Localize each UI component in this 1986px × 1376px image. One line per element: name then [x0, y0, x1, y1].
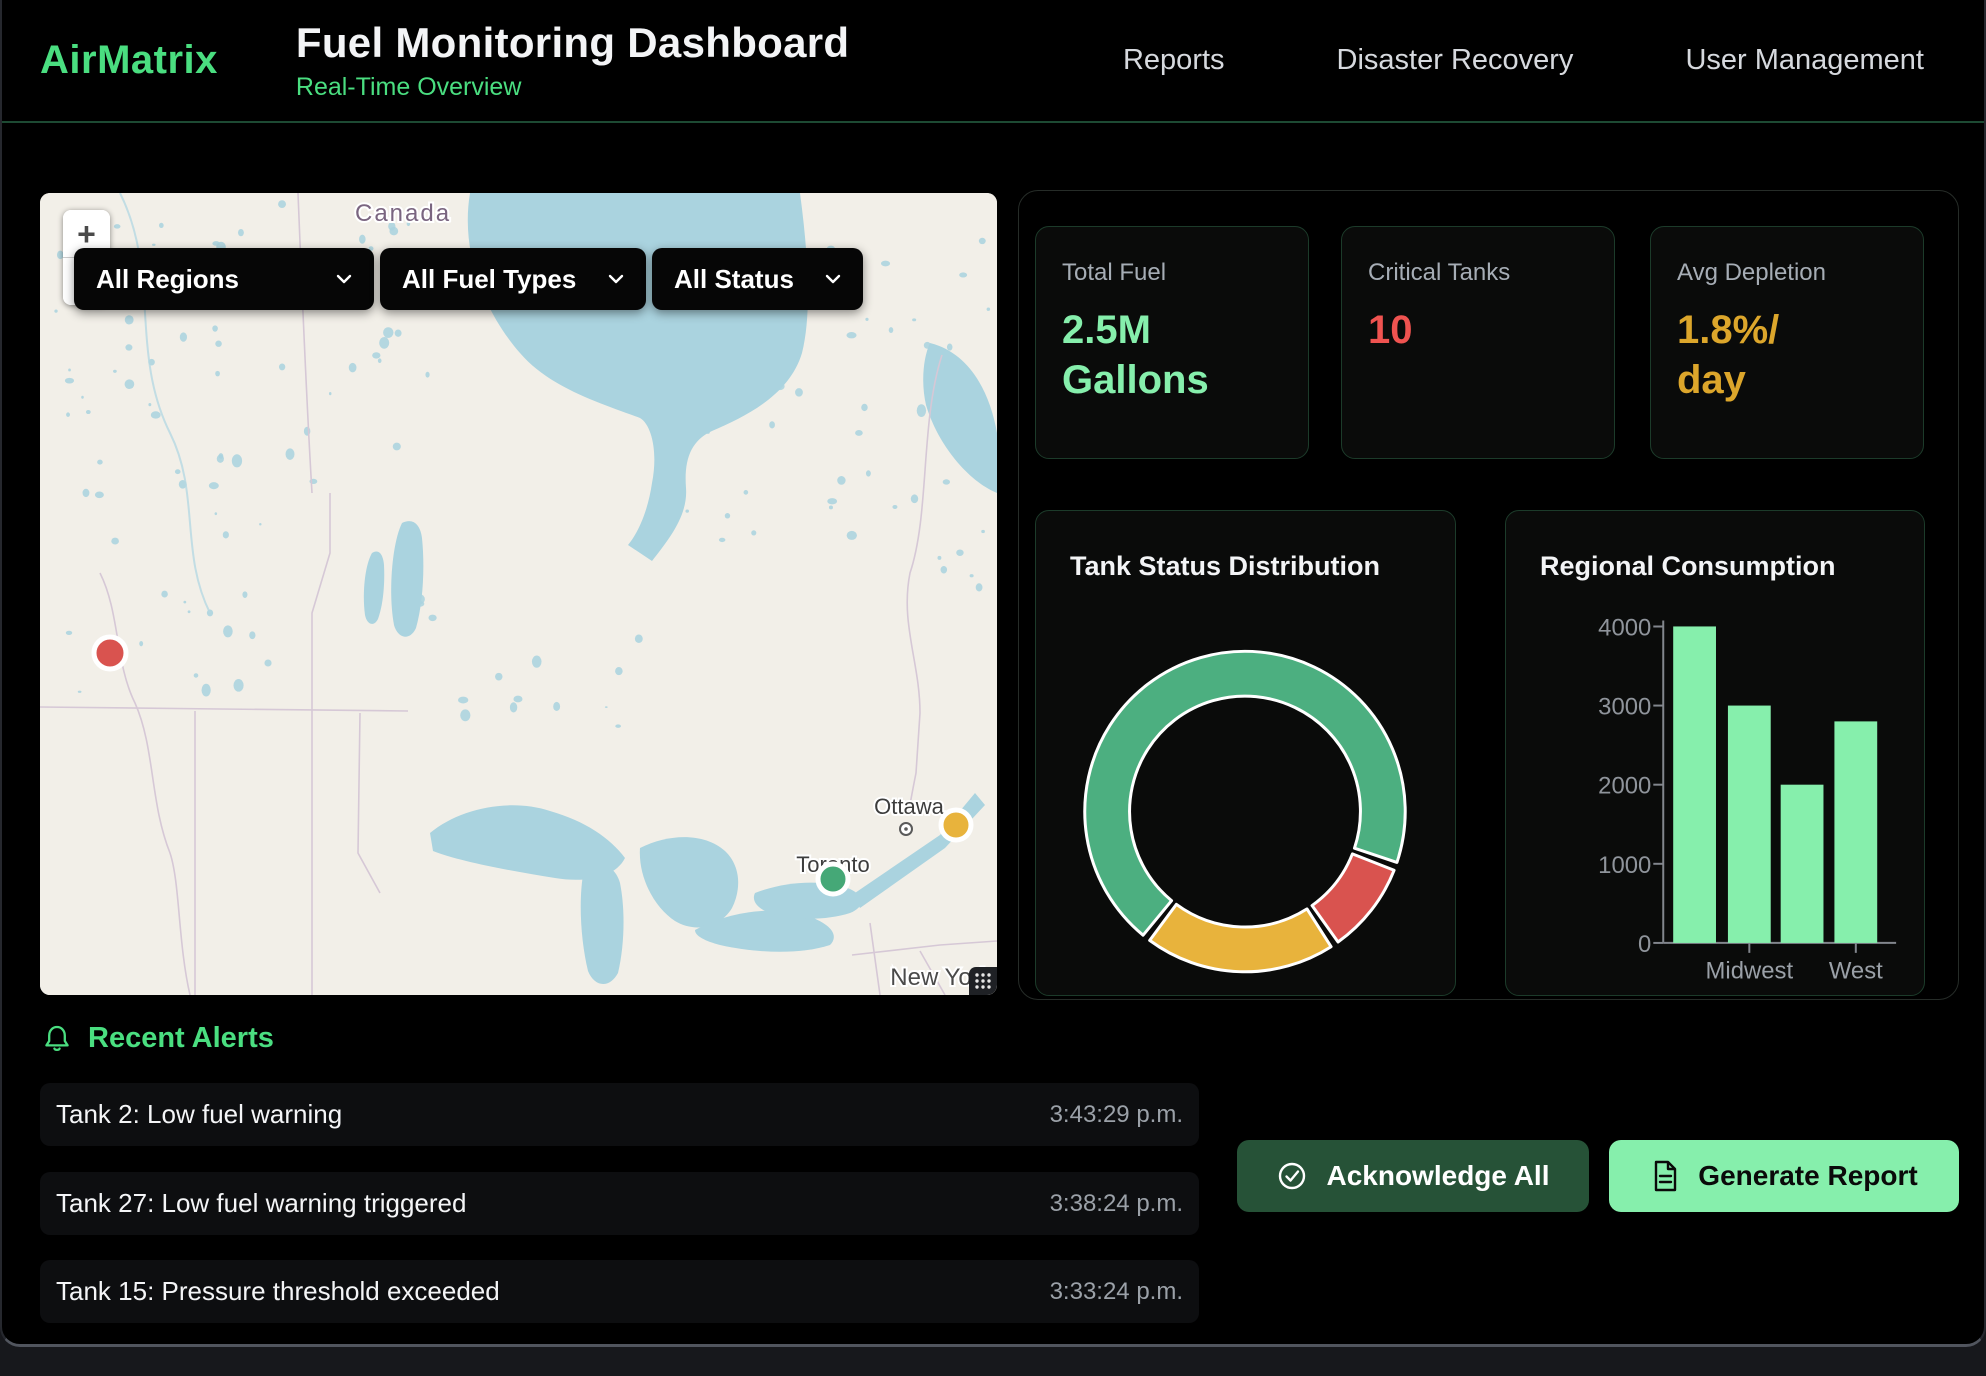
- tank-status-donut-chart[interactable]: [1036, 511, 1455, 995]
- alert-row-2[interactable]: Tank 27: Low fuel warning triggered 3:38…: [40, 1172, 1199, 1235]
- stat-value-avg-depletion: 1.8%/ day: [1677, 305, 1897, 405]
- stat-value-total-fuel: 2.5M Gallons: [1062, 305, 1282, 405]
- y-tick-label: 2000: [1598, 773, 1651, 800]
- alert-time: 3:38:24 p.m.: [1050, 1190, 1183, 1218]
- regional-consumption-bar-chart[interactable]: 0 1000 2000 3000 4000 Midwest West: [1506, 511, 1924, 995]
- bar-1[interactable]: [1728, 706, 1771, 943]
- chevron-down-icon: [608, 274, 624, 284]
- alert-time: 3:43:29 p.m.: [1050, 1101, 1183, 1129]
- bell-icon: [42, 1023, 72, 1055]
- map-panel[interactable]: Canada Ottawa Toronto New York + − All R…: [40, 193, 997, 995]
- alerts-title: Recent Alerts: [88, 1022, 274, 1055]
- bar-0[interactable]: [1673, 626, 1716, 942]
- generate-report-label: Generate Report: [1698, 1160, 1917, 1192]
- y-tick-label: 4000: [1598, 614, 1651, 641]
- page-subtitle: Real-Time Overview: [296, 73, 849, 102]
- stat-card-total-fuel: Total Fuel 2.5M Gallons: [1035, 226, 1309, 459]
- app-window: AirMatrix Fuel Monitoring Dashboard Real…: [0, 0, 1986, 1347]
- stat-card-critical-tanks: Critical Tanks 10: [1341, 226, 1615, 459]
- x-tick-label: Midwest: [1706, 958, 1794, 985]
- map-canvas[interactable]: Canada Ottawa Toronto New York: [40, 193, 997, 995]
- recent-alerts-header: Recent Alerts: [42, 1022, 274, 1055]
- header: AirMatrix Fuel Monitoring Dashboard Real…: [2, 0, 1984, 123]
- y-tick-label: 0: [1638, 931, 1651, 958]
- y-tick-label: 1000: [1598, 852, 1651, 879]
- critical-tank-marker[interactable]: [94, 637, 126, 669]
- alert-text: Tank 27: Low fuel warning triggered: [56, 1188, 466, 1219]
- chevron-down-icon: [825, 274, 841, 284]
- regional-consumption-card: Regional Consumption 01000200030004000Mi…: [1505, 510, 1925, 996]
- stat-label: Total Fuel: [1062, 259, 1282, 287]
- stat-label: Avg Depletion: [1677, 259, 1897, 287]
- drag-dots-icon: [974, 972, 992, 990]
- map-resize-handle[interactable]: [969, 967, 997, 995]
- map-town-icon-ottawa: [900, 823, 912, 835]
- map-label-ottawa: Ottawa: [874, 794, 944, 819]
- nav-disaster-recovery[interactable]: Disaster Recovery: [1337, 44, 1574, 77]
- region-filter-label: All Regions: [96, 264, 239, 295]
- alert-row-3[interactable]: Tank 15: Pressure threshold exceeded 3:3…: [40, 1260, 1199, 1323]
- warning-tank-marker[interactable]: [941, 810, 971, 840]
- main-nav: Reports Disaster Recovery User Managemen…: [1123, 44, 1924, 77]
- file-text-icon: [1650, 1159, 1680, 1193]
- stat-card-avg-depletion: Avg Depletion 1.8%/ day: [1650, 226, 1924, 459]
- normal-tank-marker[interactable]: [818, 864, 848, 894]
- map-label-canada: Canada: [355, 200, 451, 227]
- fuel-type-filter-dropdown[interactable]: All Fuel Types: [380, 248, 646, 310]
- acknowledge-all-label: Acknowledge All: [1326, 1160, 1549, 1192]
- map-water-lake-michigan: [581, 864, 624, 984]
- tank-status-card: Tank Status Distribution: [1035, 510, 1456, 996]
- brand-logo: AirMatrix: [40, 38, 218, 83]
- donut-segment-warning[interactable]: [1150, 904, 1331, 971]
- stat-label: Critical Tanks: [1368, 259, 1588, 287]
- stat-value-critical-tanks: 10: [1368, 305, 1588, 355]
- acknowledge-all-button[interactable]: Acknowledge All: [1237, 1140, 1589, 1212]
- check-circle-icon: [1276, 1160, 1308, 1192]
- fuel-type-filter-label: All Fuel Types: [402, 264, 576, 295]
- bar-3[interactable]: [1834, 721, 1877, 943]
- status-filter-dropdown[interactable]: All Status: [652, 248, 863, 310]
- donut-segment-critical[interactable]: [1312, 854, 1394, 942]
- alert-row-1[interactable]: Tank 2: Low fuel warning 3:43:29 p.m.: [40, 1083, 1199, 1146]
- x-tick-label: West: [1829, 958, 1883, 985]
- overview-panel: Total Fuel 2.5M Gallons Critical Tanks 1…: [1018, 190, 1959, 1000]
- region-filter-dropdown[interactable]: All Regions: [74, 248, 374, 310]
- title-block: Fuel Monitoring Dashboard Real-Time Over…: [296, 19, 849, 102]
- status-filter-label: All Status: [674, 264, 794, 295]
- chevron-down-icon: [336, 274, 352, 284]
- nav-reports[interactable]: Reports: [1123, 44, 1225, 77]
- y-tick-label: 3000: [1598, 694, 1651, 721]
- alert-time: 3:33:24 p.m.: [1050, 1278, 1183, 1306]
- alert-text: Tank 2: Low fuel warning: [56, 1099, 342, 1130]
- page-title: Fuel Monitoring Dashboard: [296, 19, 849, 67]
- alert-text: Tank 15: Pressure threshold exceeded: [56, 1276, 500, 1307]
- generate-report-button[interactable]: Generate Report: [1609, 1140, 1959, 1212]
- nav-user-management[interactable]: User Management: [1685, 44, 1924, 77]
- bar-2[interactable]: [1781, 785, 1824, 943]
